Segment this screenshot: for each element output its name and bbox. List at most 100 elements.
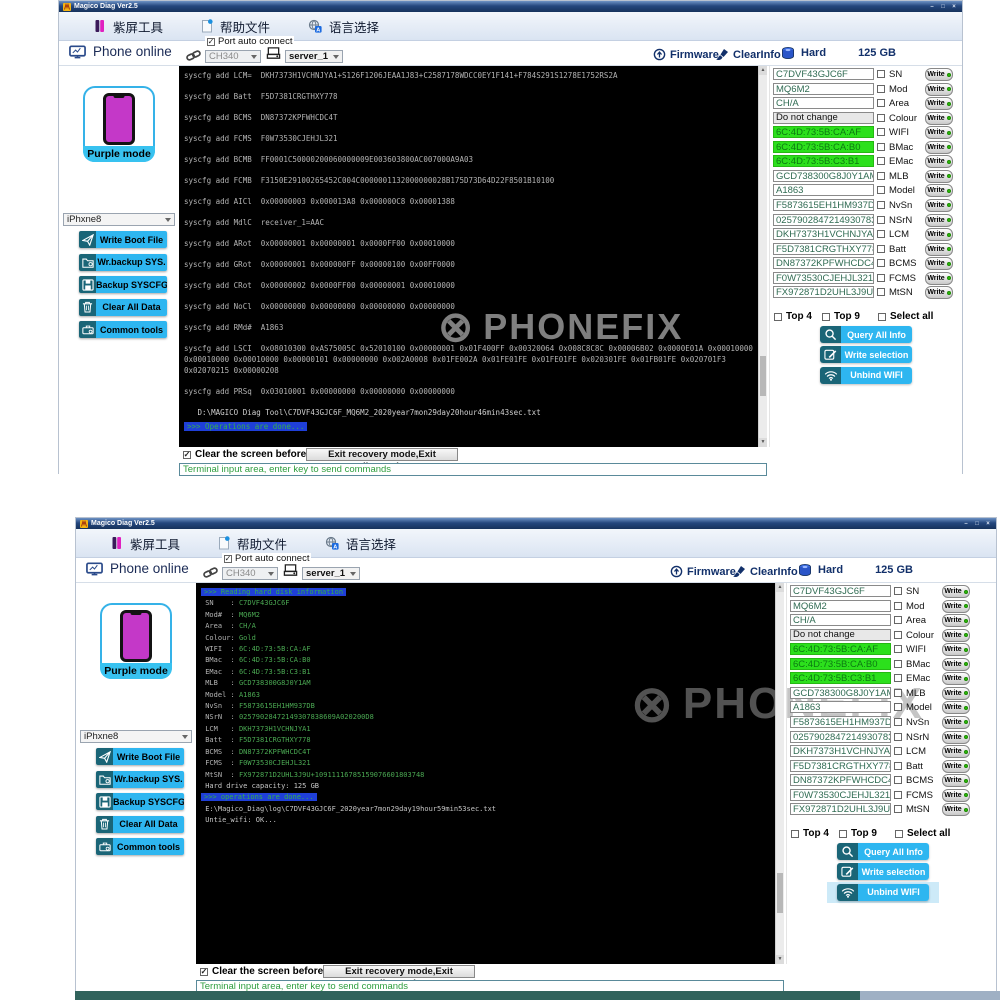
field-checkbox-colour[interactable]: [894, 630, 902, 639]
field-value-mlb[interactable]: GCD738300G8J0Y1AM: [773, 169, 874, 182]
write-button-emac[interactable]: Write: [942, 672, 970, 686]
field-checkbox-nvsn[interactable]: [877, 200, 885, 209]
write-button-area[interactable]: Write: [942, 614, 970, 628]
write-button-nsrn[interactable]: Write: [942, 730, 970, 744]
checkbox-box-select-all[interactable]: [895, 829, 903, 838]
write-button-batt[interactable]: Write: [942, 759, 970, 773]
write-button-mlb[interactable]: Write: [925, 169, 953, 183]
action-button-write-selection[interactable]: Write selection: [820, 346, 912, 364]
maximize-icon[interactable]: □: [973, 520, 981, 528]
checkbox-top-9[interactable]: Top 9: [839, 828, 877, 839]
write-button-nvsn[interactable]: Write: [925, 198, 953, 212]
write-button-nsrn[interactable]: Write: [925, 213, 953, 227]
sidebar-button-backup-syscfg[interactable]: Backup SYSCFG: [96, 793, 184, 810]
field-checkbox-nsrn[interactable]: [894, 732, 902, 741]
checkbox-top-9[interactable]: Top 9: [822, 311, 860, 322]
write-button-wifi[interactable]: Write: [942, 643, 970, 657]
terminal-output[interactable]: syscfg add LCM= DKH7373H1VCHNJYA1+S126F1…: [179, 66, 758, 447]
scrollbar-thumb[interactable]: [777, 873, 783, 913]
field-value-fcms[interactable]: F0W73530CJEHJL321: [790, 788, 891, 801]
sidebar-button-common-tools[interactable]: Common tools: [79, 321, 167, 338]
port-auto-connect-toggle[interactable]: ✓ Port auto connect: [205, 36, 295, 47]
terminal-scrollbar[interactable]: ▲ ▼: [758, 66, 767, 447]
field-value-batt[interactable]: F5D7381CRGTHXY778: [773, 242, 874, 255]
write-button-mod[interactable]: Write: [942, 599, 970, 613]
sidebar-button-clear-all-data[interactable]: Clear All Data: [79, 298, 167, 316]
menu-item-1[interactable]: 帮助文件: [218, 534, 287, 553]
field-value-sn[interactable]: C7DVF43GJC6F: [773, 68, 874, 80]
sidebar-button-wr-backup-sys[interactable]: Wr.backup SYS.: [79, 253, 167, 271]
port-select[interactable]: CH340: [205, 50, 261, 63]
write-button-model[interactable]: Write: [925, 184, 953, 198]
exit-recovery-button[interactable]: Exit recovery mode,Exit diagnosis: [323, 965, 475, 989]
field-value-model[interactable]: A1863: [790, 701, 891, 714]
field-value-bmac[interactable]: 6C:4D:73:5B:CA:B0: [790, 657, 891, 670]
checkbox-top-4[interactable]: Top 4: [791, 828, 829, 839]
sidebar-button-backup-syscfg[interactable]: Backup SYSCFG: [79, 276, 167, 293]
write-button-colour[interactable]: Write: [942, 628, 970, 642]
exit-recovery-button[interactable]: Exit recovery mode,Exit diagnosis: [306, 448, 458, 472]
checkbox-box-top-9[interactable]: [822, 312, 830, 321]
field-checkbox-wifi[interactable]: [894, 645, 902, 654]
field-value-area[interactable]: CH/A: [790, 614, 891, 627]
field-value-nsrn[interactable]: 02579028472149307838609A020200D8: [790, 730, 891, 743]
menu-item-0[interactable]: 紫屏工具: [94, 17, 163, 36]
field-value-mlb[interactable]: GCD738300G8J0Y1AM: [790, 686, 891, 699]
minimize-icon[interactable]: –: [962, 520, 970, 528]
field-checkbox-area[interactable]: [894, 616, 902, 625]
checkbox-box-select-all[interactable]: [878, 312, 886, 321]
terminal-scrollbar[interactable]: ▲ ▼: [775, 583, 784, 964]
field-checkbox-mod[interactable]: [877, 84, 885, 93]
action-button-unbind-wifi[interactable]: Unbind WIFI: [837, 883, 929, 901]
field-checkbox-nsrn[interactable]: [877, 215, 885, 224]
scroll-up-icon[interactable]: ▲: [759, 66, 767, 75]
field-value-nvsn[interactable]: F5873615EH1HM937DB: [790, 715, 891, 728]
field-checkbox-mlb[interactable]: [894, 688, 902, 697]
clear-screen-checkbox[interactable]: ✓: [200, 967, 208, 976]
server-select[interactable]: server_1: [285, 50, 343, 63]
action-button-write-selection[interactable]: Write selection: [837, 863, 929, 881]
action-button-query-all-info[interactable]: Query All Info: [820, 326, 912, 343]
field-value-bcms[interactable]: DN87372KPFWHCDC4T: [773, 257, 874, 270]
field-checkbox-emac[interactable]: [877, 157, 885, 166]
checkbox-top-4[interactable]: Top 4: [774, 311, 812, 322]
action-button-unbind-wifi[interactable]: Unbind WIFI: [820, 366, 912, 384]
field-value-bmac[interactable]: 6C:4D:73:5B:CA:B0: [773, 140, 874, 153]
device-select[interactable]: iPhxne8: [63, 213, 175, 226]
field-value-fcms[interactable]: F0W73530CJEHJL321: [773, 271, 874, 284]
field-select-colour[interactable]: Do not change: [790, 628, 891, 641]
menu-item-2[interactable]: A 语言选择: [325, 534, 396, 553]
maximize-icon[interactable]: □: [939, 3, 947, 11]
purple-mode-card[interactable]: Purple mode: [100, 603, 172, 679]
field-checkbox-batt[interactable]: [877, 244, 885, 253]
write-button-bmac[interactable]: Write: [925, 140, 953, 154]
sidebar-button-common-tools[interactable]: Common tools: [96, 838, 184, 855]
field-checkbox-bcms[interactable]: [894, 776, 902, 785]
field-checkbox-model[interactable]: [877, 186, 885, 195]
port-auto-connect-toggle[interactable]: ✓ Port auto connect: [222, 553, 312, 564]
field-value-mod[interactable]: MQ6M2: [773, 82, 874, 95]
write-button-fcms[interactable]: Write: [942, 788, 970, 802]
device-select[interactable]: iPhxne8: [80, 730, 192, 743]
field-checkbox-nvsn[interactable]: [894, 717, 902, 726]
field-checkbox-mtsn[interactable]: [894, 805, 902, 814]
write-button-mtsn[interactable]: Write: [925, 286, 953, 300]
checkbox-select-all[interactable]: Select all: [878, 311, 933, 322]
field-checkbox-sn[interactable]: [894, 587, 902, 595]
field-value-wifi[interactable]: 6C:4D:73:5B:CA:AF: [790, 643, 891, 656]
field-value-model[interactable]: A1863: [773, 184, 874, 197]
checkbox-box-top-9[interactable]: [839, 829, 847, 838]
field-checkbox-mtsn[interactable]: [877, 288, 885, 297]
write-button-colour[interactable]: Write: [925, 111, 953, 125]
field-value-mtsn[interactable]: FX972871D2UHL3J9U+1091111678515907660180…: [790, 803, 891, 816]
scroll-up-icon[interactable]: ▲: [776, 583, 784, 592]
checkbox-box-top-4[interactable]: [791, 829, 799, 838]
write-button-wifi[interactable]: Write: [925, 126, 953, 140]
purple-mode-card[interactable]: Purple mode: [83, 86, 155, 162]
write-button-bcms[interactable]: Write: [925, 257, 953, 271]
field-checkbox-emac[interactable]: [894, 674, 902, 683]
field-value-area[interactable]: CH/A: [773, 97, 874, 110]
server-select[interactable]: server_1: [302, 567, 360, 580]
field-value-nvsn[interactable]: F5873615EH1HM937DB: [773, 198, 874, 211]
field-checkbox-lcm[interactable]: [877, 230, 885, 239]
